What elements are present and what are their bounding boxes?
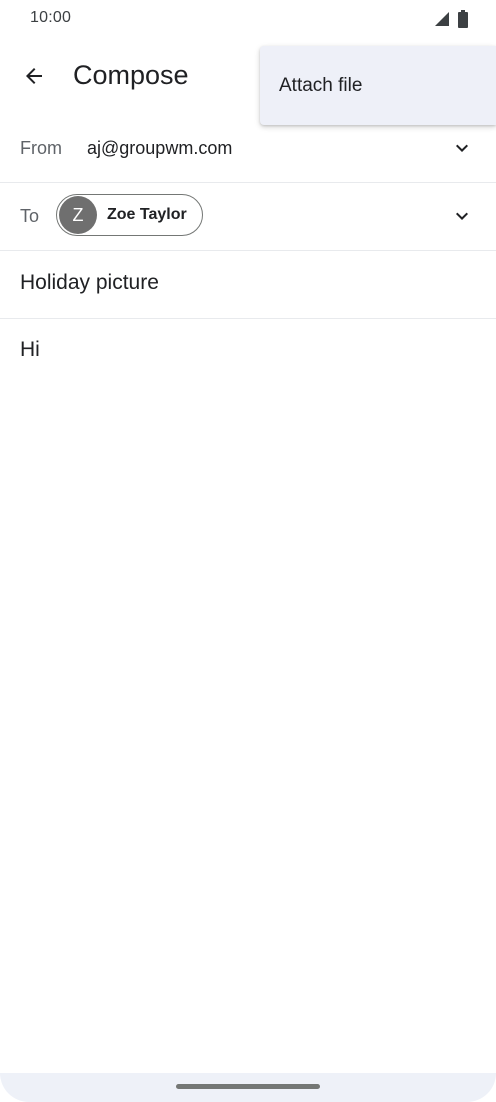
to-expand-button[interactable] [450,204,474,228]
battery-icon [458,10,468,28]
recipient-chip[interactable]: Z Zoe Taylor [56,194,203,236]
to-label: To [20,206,40,226]
menu-item-attach-file[interactable]: Attach file [260,46,496,125]
from-address[interactable]: aj@groupwm.com [87,138,232,159]
from-expand-button[interactable] [450,136,474,160]
arrow-back-icon [26,68,42,84]
signal-icon [435,12,449,26]
home-gesture-handle[interactable] [176,1084,320,1089]
page-title: Compose [73,60,189,90]
menu-item-label: Attach file [279,75,363,96]
recipient-name: Zoe Taylor [107,206,187,223]
from-row: From aj@groupwm.com [0,116,496,183]
to-row[interactable]: To Z Zoe Taylor [0,183,496,251]
navigation-bar [0,1073,496,1102]
status-bar: 10:00 [0,0,496,40]
chevron-down-icon [456,212,468,220]
status-time: 10:00 [30,9,72,26]
avatar-initial: Z [72,204,84,225]
from-label: From [20,138,62,158]
back-button[interactable] [14,56,54,96]
status-icons [434,10,468,28]
chevron-down-icon [456,144,468,152]
subject-field[interactable]: Holiday picture [20,271,159,295]
message-body[interactable]: Hi [20,338,40,362]
avatar: Z [59,196,97,234]
subject-row: Holiday picture [0,251,496,319]
overflow-menu: Attach file [260,46,496,125]
